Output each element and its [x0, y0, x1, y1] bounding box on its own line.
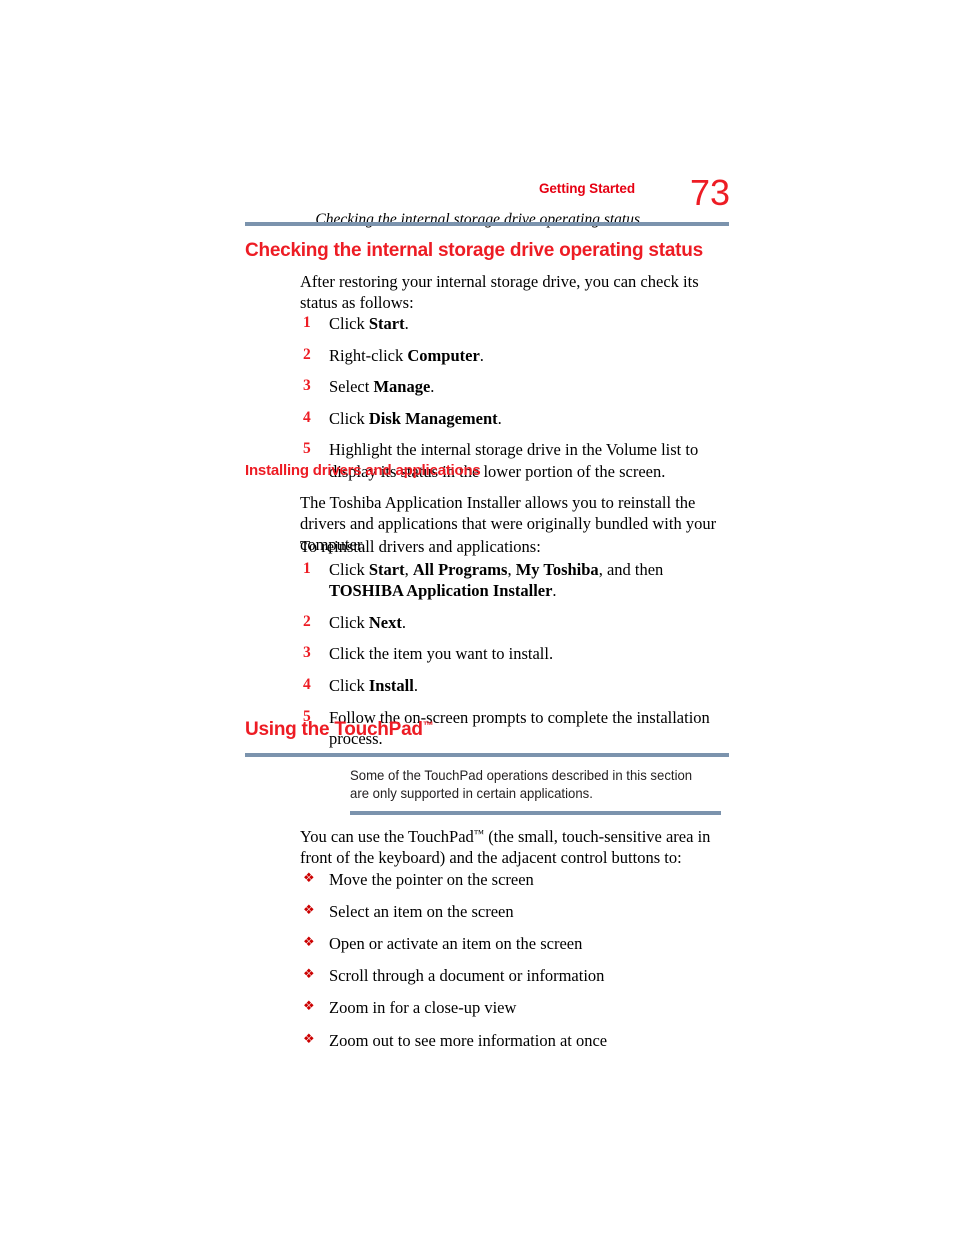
list-item: ❖ Select an item on the screen: [300, 901, 725, 922]
heading-checking-storage-status: Checking the internal storage drive oper…: [245, 240, 703, 261]
diamond-bullet-icon: ❖: [303, 935, 315, 951]
heading-using-touchpad: Using the TouchPad™: [245, 719, 434, 740]
diamond-bullet-icon: ❖: [303, 967, 315, 983]
step-text: Click Disk Management.: [329, 408, 502, 428]
bullet-text: Zoom in for a close-up view: [329, 998, 517, 1018]
step-number: 1: [303, 560, 311, 577]
page-number: 73: [689, 172, 730, 213]
step-number: 1: [303, 314, 311, 331]
list-item: ❖ Zoom in for a close-up view: [300, 997, 725, 1018]
list-item: 1 Click Start, All Programs, My Toshiba,…: [300, 559, 725, 601]
step-text: Click Start.: [329, 314, 409, 333]
step-text: Click Install.: [329, 675, 418, 695]
step-number: 4: [303, 408, 311, 426]
step-number: 3: [303, 644, 311, 662]
list-item: 2 Right-click Computer.: [300, 345, 725, 366]
diamond-bullet-icon: ❖: [303, 903, 315, 919]
heading-installing-drivers: Installing drivers and applications: [245, 462, 481, 479]
diamond-bullet-icon: ❖: [303, 1031, 315, 1047]
list-item: 4 Click Disk Management.: [300, 408, 725, 429]
step-number: 5: [303, 440, 311, 458]
list-item: ❖ Scroll through a document or informati…: [300, 965, 725, 986]
note-box-text: Some of the TouchPad operations describe…: [350, 767, 693, 802]
list-item: 3 Click the item you want to install.: [300, 643, 725, 664]
step-text: Select Manage.: [329, 377, 435, 397]
touchpad-section-rule: [245, 753, 729, 757]
list-item: 1 Click Start.: [300, 313, 725, 334]
diamond-bullet-icon: ❖: [303, 871, 315, 886]
paragraph-touchpad-intro: You can use the TouchPad™ (the small, to…: [300, 827, 711, 868]
list-item: ❖ Zoom out to see more information at on…: [300, 1030, 725, 1051]
list-item: 2 Click Next.: [300, 612, 725, 633]
bullet-text: Open or activate an item on the screen: [329, 934, 583, 954]
bullet-text: Scroll through a document or information: [329, 966, 605, 986]
step-text: Right-click Computer.: [329, 345, 484, 365]
diamond-bullet-icon: ❖: [303, 999, 315, 1015]
bullet-text: Zoom out to see more information at once: [329, 1030, 608, 1050]
list-item: 4 Click Install.: [300, 675, 725, 696]
list-item: 3 Select Manage.: [300, 376, 725, 397]
document-page: Getting Started 73 Checking the internal…: [0, 0, 954, 1235]
trademark-symbol: ™: [422, 720, 434, 732]
header-divider-rule: [245, 222, 729, 226]
step-number: 2: [303, 345, 311, 363]
step-number: 2: [303, 612, 311, 630]
step-text: Click the item you want to install.: [329, 644, 554, 664]
header-section-label: Getting Started: [538, 181, 635, 196]
trademark-symbol: ™: [473, 829, 485, 840]
list-touchpad-capabilities: ❖ Move the pointer on the screen ❖ Selec…: [300, 869, 725, 1062]
step-number: 3: [303, 377, 311, 395]
running-header-top-row: Getting Started 73: [245, 172, 730, 213]
bullet-text: Select an item on the screen: [329, 902, 514, 922]
step-text: Click Next.: [329, 612, 406, 632]
running-header-bottom-row: Checking the internal storage drive oper…: [245, 211, 730, 230]
bullet-text: Move the pointer on the screen: [329, 870, 534, 889]
paragraph-reinstall-leadin: To reinstall drivers and applications:: [300, 537, 541, 556]
note-box-bottom-rule: [350, 811, 721, 815]
list-item: ❖ Move the pointer on the screen: [300, 869, 725, 890]
list-item: ❖ Open or activate an item on the screen: [300, 933, 725, 954]
step-number: 4: [303, 675, 311, 693]
step-text: Click Start, All Programs, My Toshiba, a…: [329, 560, 664, 601]
paragraph-restore-intro: After restoring your internal storage dr…: [300, 272, 699, 313]
